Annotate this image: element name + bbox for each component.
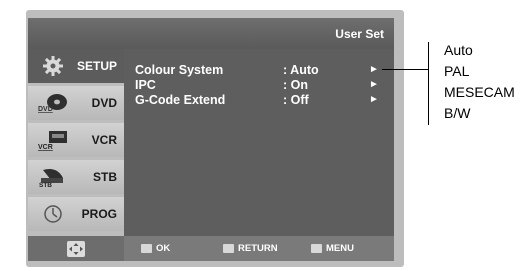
colour-system-row[interactable]: Colour System : Auto ► [135,63,385,77]
sidebar-item-label: PROG [81,207,117,221]
g-code-extend-row[interactable]: G-Code Extend : Off ► [135,93,385,107]
sidebar-item-label: SETUP [76,59,117,73]
stb-satellite-icon: STB [36,165,70,189]
option-item: MESECAM [444,84,515,100]
ok-button-icon [141,244,152,253]
sidebar-item-label: STB [93,170,117,184]
options-bracket [428,42,429,125]
navigation-pad-icon [28,236,124,261]
sidebar-item-stb[interactable]: STB STB [28,160,124,194]
svg-text:VCR: VCR [38,144,53,151]
svg-text:STB: STB [39,182,52,188]
row-value: : Off [283,93,309,107]
ok-hint: OK [141,243,170,254]
svg-text:DVD: DVD [38,106,53,113]
sidebar-item-prog[interactable]: PROG [28,197,124,231]
pointer-line [382,69,428,70]
sidebar-item-label: VCR [91,133,117,147]
return-label: RETURN [238,243,278,254]
sidebar: SETUP DVD DVD VCR VCR STB STB PROG [28,49,124,234]
sidebar-item-dvd[interactable]: DVD DVD [28,86,124,120]
menu-button-icon [311,244,322,253]
row-label: G-Code Extend [135,93,226,107]
arrow-right-icon: ► [369,64,379,75]
row-label: Colour System [135,63,224,77]
ok-label: OK [156,243,171,254]
row-value: : Auto [283,63,319,77]
vcr-tape-icon: VCR [36,128,70,152]
dvd-disc-icon: DVD [36,91,70,115]
row-label: IPC [135,78,156,92]
footer-bar: OK RETURN MENU [28,236,394,261]
page-title: User Set [28,18,394,49]
return-hint: RETURN [223,243,278,254]
sidebar-item-label: DVD [91,96,117,110]
option-item: Auto [444,42,473,58]
arrow-right-icon: ► [369,94,379,105]
return-button-icon [223,244,234,253]
settings-panel: Colour System : Auto ► IPC : On ► G-Code… [124,49,394,236]
option-item: PAL [444,63,470,79]
prog-timer-icon [36,202,70,226]
ipc-row[interactable]: IPC : On ► [135,78,385,92]
gear-icon [36,54,70,78]
menu-label: MENU [326,243,354,254]
arrow-right-icon: ► [369,79,379,90]
row-value: : On [283,78,308,92]
option-item: B/W [444,105,471,121]
sidebar-item-vcr[interactable]: VCR VCR [28,123,124,157]
menu-hint: MENU [311,243,354,254]
colour-system-options: Auto PAL MESECAM B/W [444,40,515,124]
sidebar-item-setup[interactable]: SETUP [28,49,124,83]
